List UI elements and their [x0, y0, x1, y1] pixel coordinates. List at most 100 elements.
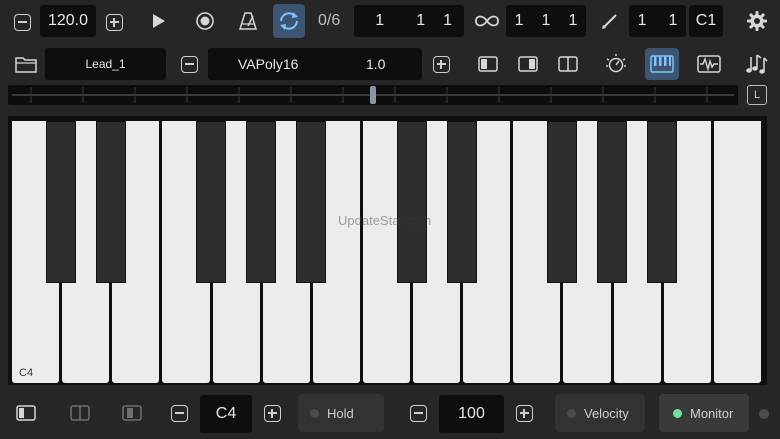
panel-right-icon	[518, 56, 538, 72]
instrument-value: 1.0	[366, 56, 386, 72]
instrument-next-button[interactable]	[429, 52, 453, 76]
plus-icon	[105, 13, 123, 31]
record-icon	[196, 12, 214, 30]
gear-icon	[747, 11, 767, 31]
tempo-value: 120.0	[47, 12, 89, 29]
velocity-toggle[interactable]: Velocity	[555, 394, 645, 432]
start-note-label: C4	[19, 367, 34, 379]
hold-label: Hold	[327, 405, 354, 421]
split-view-icon	[70, 405, 90, 421]
keyboard-view-button[interactable]	[645, 48, 679, 80]
status-indicator	[759, 409, 769, 419]
watermark: UpdateStar.com	[338, 213, 432, 228]
open-folder-button[interactable]	[10, 50, 42, 78]
punch-beat: 1	[668, 12, 678, 29]
keyboard-range-slider[interactable]	[8, 85, 738, 105]
black-key[interactable]	[546, 121, 577, 283]
velocity-down-button[interactable]	[406, 401, 430, 425]
black-key[interactable]	[246, 121, 277, 283]
waveform-icon	[697, 55, 721, 73]
minus-icon	[170, 404, 188, 422]
monitor-toggle[interactable]: Monitor	[659, 394, 749, 432]
notes-button[interactable]	[740, 50, 772, 78]
plus-icon	[432, 55, 450, 73]
record-button[interactable]	[191, 6, 219, 36]
panel-center-icon	[122, 405, 142, 421]
velocity-label: Velocity	[584, 405, 629, 421]
velocity-indicator	[567, 408, 576, 418]
punch-bar: 1	[637, 12, 647, 29]
panel-left-icon	[478, 56, 498, 72]
instrument-name: VAPoly16	[238, 56, 299, 72]
layout-split-button[interactable]	[555, 50, 581, 78]
infinity-icon	[475, 15, 499, 27]
white-key[interactable]	[713, 121, 761, 383]
latch-label: L	[753, 89, 761, 101]
minus-icon	[180, 55, 198, 73]
tuner-button[interactable]	[602, 50, 630, 78]
velocity-field[interactable]: 100	[439, 395, 504, 433]
instrument-field[interactable]: VAPoly16 1.0	[208, 48, 422, 80]
monitor-label: Monitor	[690, 405, 734, 421]
pencil-icon	[602, 14, 617, 29]
left-panel-button[interactable]	[10, 399, 42, 427]
layout-left-button[interactable]	[475, 50, 501, 78]
settings-button[interactable]	[742, 6, 772, 36]
latch-button[interactable]: L	[747, 85, 767, 105]
black-key[interactable]	[95, 121, 126, 283]
punch-note-field[interactable]: C1	[689, 5, 723, 37]
black-key[interactable]	[647, 121, 678, 283]
velocity-value: 100	[458, 405, 485, 422]
track-name-field[interactable]: Lead_1	[45, 48, 166, 80]
play-button[interactable]	[145, 6, 173, 36]
layout-right-button[interactable]	[515, 50, 541, 78]
single-keyboard-button[interactable]	[116, 399, 148, 427]
panel-left-icon	[16, 405, 36, 421]
hold-indicator	[310, 408, 319, 418]
punch-note: C1	[695, 12, 717, 29]
loop-tick: 1	[568, 12, 578, 29]
tempo-field[interactable]: 120.0	[40, 5, 96, 37]
piano-keyboard[interactable]: C4 UpdateStar.com	[8, 116, 767, 385]
loop-length-button[interactable]	[472, 6, 502, 36]
position-tick: 1	[443, 12, 452, 29]
black-key[interactable]	[296, 121, 327, 283]
cycle-button[interactable]	[273, 4, 305, 38]
tempo-decrease-button[interactable]	[10, 10, 34, 34]
octave-field[interactable]: C4	[200, 395, 252, 433]
minus-icon	[13, 13, 31, 31]
black-key[interactable]	[195, 121, 227, 283]
tuner-icon	[606, 54, 626, 73]
piano-keys-icon	[650, 55, 674, 73]
black-key[interactable]	[396, 121, 427, 283]
tempo-increase-button[interactable]	[102, 10, 126, 34]
take-count: 0/6	[318, 12, 341, 29]
octave-down-button[interactable]	[167, 401, 191, 425]
waveform-button[interactable]	[694, 50, 724, 78]
hold-toggle[interactable]: Hold	[298, 394, 384, 432]
black-key[interactable]	[597, 121, 628, 283]
music-notes-icon	[746, 54, 768, 74]
instrument-prev-button[interactable]	[177, 52, 201, 76]
octave-up-button[interactable]	[260, 401, 284, 425]
octave-value: C4	[215, 405, 237, 422]
track-name: Lead_1	[85, 57, 126, 71]
metronome-button[interactable]	[234, 6, 262, 36]
position-field[interactable]: 1 1 1	[354, 5, 464, 37]
loop-field[interactable]: 1 1 1	[506, 5, 586, 37]
black-key[interactable]	[446, 121, 477, 283]
keys-container	[8, 116, 767, 385]
cycle-icon	[280, 12, 298, 30]
position-bar: 1	[375, 12, 385, 29]
split-keyboard-button[interactable]	[64, 399, 96, 427]
metronome-icon	[238, 12, 258, 30]
slider-thumb[interactable]	[370, 86, 376, 104]
loop-beat: 1	[541, 12, 551, 29]
punch-field[interactable]: 1 1	[629, 5, 686, 37]
plus-icon	[515, 404, 533, 422]
play-icon	[153, 14, 165, 28]
velocity-up-button[interactable]	[512, 401, 536, 425]
monitor-indicator	[673, 408, 682, 418]
pencil-button[interactable]	[596, 6, 624, 36]
black-key[interactable]	[45, 121, 76, 283]
